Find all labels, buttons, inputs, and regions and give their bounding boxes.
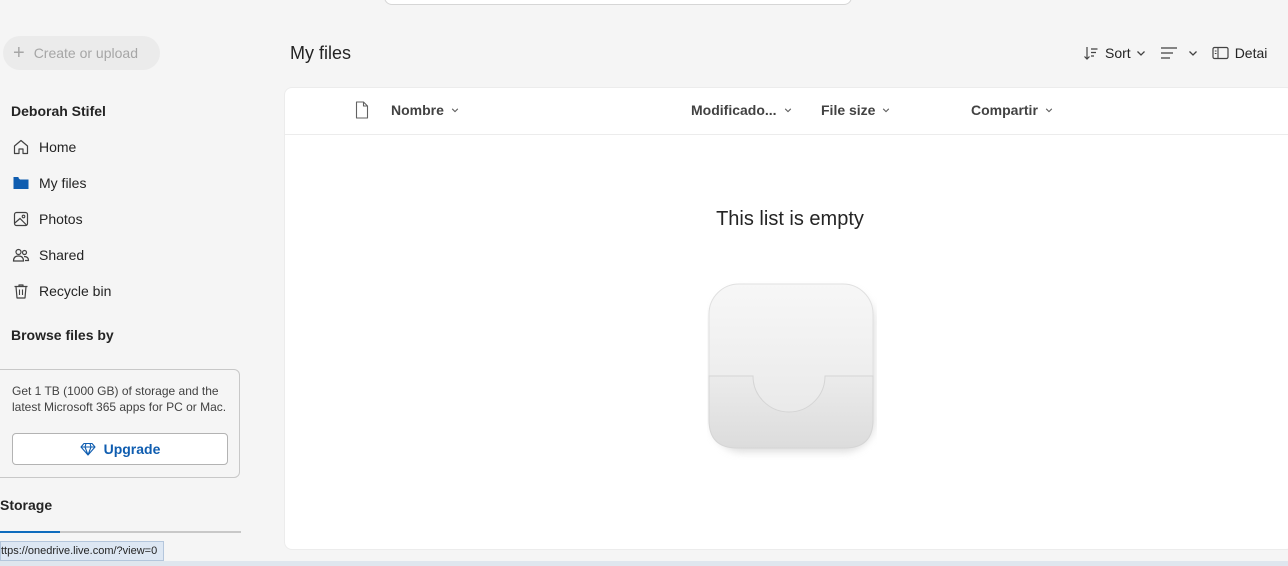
sidebar-item-shared[interactable]: Shared (0, 237, 270, 273)
status-bar-url: ttps://onedrive.live.com/?view=0 (0, 541, 165, 561)
column-sharing[interactable]: Compartir (971, 102, 1053, 118)
column-header-row: Nombre Modificado... File size Compartir (285, 88, 1288, 135)
chevron-down-icon (1188, 51, 1197, 56)
empty-inbox-illustration (708, 283, 875, 452)
user-name: Deborah Stifel (11, 103, 106, 119)
empty-state-title: This list is empty (716, 208, 864, 230)
storage-promo-card: Get 1 TB (1000 GB) of storage and the la… (0, 369, 240, 478)
column-modified[interactable]: Modificado... (691, 102, 792, 118)
sidebar-nav: Home My files Photos Shared Recycle bin (0, 129, 270, 309)
file-type-icon (355, 101, 369, 124)
chevron-down-icon (883, 108, 890, 113)
sidebar-item-label: Home (39, 139, 77, 155)
bottom-strip (0, 561, 1288, 566)
upgrade-button[interactable]: Upgrade (12, 433, 228, 465)
folder-icon (12, 174, 30, 192)
sidebar-item-home[interactable]: Home (0, 129, 270, 165)
storage-usage-bar (0, 531, 241, 533)
details-label: Detai (1234, 45, 1268, 61)
sort-label: Sort (1105, 45, 1131, 61)
view-options-button[interactable] (1160, 45, 1198, 61)
home-icon (12, 138, 30, 156)
column-name-label: Nombre (391, 102, 444, 118)
sidebar-item-label: My files (39, 175, 87, 191)
column-file-size[interactable]: File size (821, 102, 890, 118)
promo-text: Get 1 TB (1000 GB) of storage and the la… (12, 384, 227, 414)
list-view-icon (1160, 47, 1177, 59)
create-button-label: Create or upload (33, 45, 138, 61)
search-bar[interactable] (384, 0, 852, 5)
file-list: Nombre Modificado... File size Compartir… (284, 87, 1288, 550)
column-name[interactable]: Nombre (391, 102, 459, 118)
sidebar-item-label: Photos (39, 211, 83, 227)
column-modified-label: Modificado... (691, 102, 777, 118)
diamond-icon (80, 442, 96, 456)
browse-files-heading: Browse files by (11, 327, 114, 343)
storage-usage-fill (0, 531, 61, 533)
sort-icon (1084, 47, 1098, 60)
toolbar: Sort Detai (1083, 40, 1281, 66)
chevron-down-icon (1136, 51, 1145, 56)
sidebar-item-recycle-bin[interactable]: Recycle bin (0, 273, 270, 309)
sidebar-item-label: Recycle bin (39, 283, 112, 299)
upgrade-label: Upgrade (103, 441, 161, 457)
chevron-down-icon (784, 108, 791, 113)
chevron-down-icon (1045, 108, 1053, 113)
sidebar-item-label: Shared (39, 247, 85, 263)
sidebar-item-my-files[interactable]: My files (0, 165, 270, 201)
column-size-label: File size (821, 102, 876, 118)
sidebar-item-photos[interactable]: Photos (0, 201, 270, 237)
details-pane-icon (1212, 46, 1229, 60)
storage-heading: Storage (0, 497, 53, 513)
chevron-down-icon (451, 108, 459, 113)
create-or-upload-button[interactable]: + Create or upload (3, 36, 160, 70)
people-icon (12, 246, 30, 264)
trash-icon (12, 282, 30, 300)
plus-icon: + (13, 42, 25, 64)
details-button[interactable]: Detai (1212, 45, 1268, 61)
photo-icon (12, 210, 30, 228)
column-sharing-label: Compartir (971, 102, 1038, 118)
page-title: My files (290, 43, 352, 63)
sort-button[interactable]: Sort (1083, 45, 1146, 61)
